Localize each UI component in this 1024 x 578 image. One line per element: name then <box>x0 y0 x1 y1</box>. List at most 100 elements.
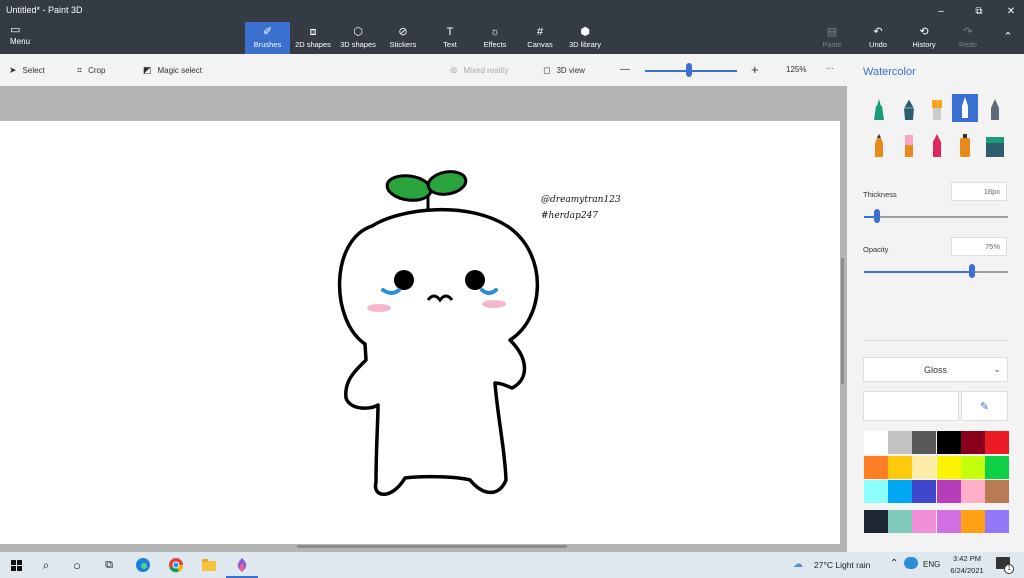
marker-brush[interactable] <box>866 96 892 124</box>
more-options-button[interactable]: ··· <box>826 64 834 73</box>
color-swatch[interactable] <box>960 509 985 533</box>
opacity-slider-thumb[interactable] <box>969 264 975 278</box>
color-swatch[interactable] <box>960 480 985 503</box>
color-swatch[interactable] <box>936 431 961 454</box>
vertical-scrollbar[interactable] <box>841 258 844 384</box>
tab-brushes[interactable]: ✐ Brushes <box>245 22 290 54</box>
tab-stickers[interactable]: ⊘ Stickers <box>383 22 423 54</box>
color-swatch[interactable] <box>912 431 937 454</box>
fill-brush[interactable] <box>982 132 1008 160</box>
zoom-level[interactable]: 125% <box>786 65 806 74</box>
color-swatch[interactable] <box>960 431 985 454</box>
history-icon: ⟲ <box>919 26 929 38</box>
thickness-slider-track[interactable] <box>864 216 1008 218</box>
color-swatch[interactable] <box>936 509 961 533</box>
current-color-preview[interactable] <box>863 391 959 421</box>
folder-icon: ▭ <box>10 24 21 36</box>
thickness-slider-thumb[interactable] <box>873 209 880 223</box>
color-swatch[interactable] <box>912 509 937 533</box>
pencil-brush[interactable] <box>866 132 892 160</box>
tab-3d-shapes[interactable]: ⬡ 3D shapes <box>337 22 379 54</box>
mixed-reality-button[interactable]: ⊚ Mixed reality <box>450 65 508 76</box>
start-button[interactable] <box>0 552 32 578</box>
paint3d-taskbar-button[interactable] <box>226 552 258 578</box>
color-swatch[interactable] <box>936 480 961 503</box>
magic-select-button[interactable]: ◩ Magic select <box>143 65 202 76</box>
redo-button[interactable]: ↷ Redo <box>952 22 984 54</box>
windows-logo-icon <box>10 559 22 571</box>
color-swatch[interactable] <box>912 455 937 479</box>
eraser-brush[interactable] <box>896 132 922 160</box>
finish-dropdown[interactable]: Gloss ⌄ <box>863 357 1008 382</box>
weather-text[interactable]: 27°C Light rain <box>814 560 870 570</box>
zoom-out-button[interactable]: — <box>620 64 630 75</box>
color-swatch[interactable] <box>985 455 1009 479</box>
3d-view-button[interactable]: ◻ 3D view <box>543 65 585 76</box>
pencil-icon <box>875 134 883 157</box>
color-swatch[interactable] <box>985 480 1009 503</box>
tab-3d-library[interactable]: ⬢ 3D library <box>563 22 607 54</box>
tab-text[interactable]: T Text <box>432 22 468 54</box>
zoom-slider-thumb[interactable] <box>686 63 693 77</box>
minimize-button[interactable]: – <box>928 2 954 20</box>
thickness-label: Thickness <box>863 190 897 199</box>
color-swatch[interactable] <box>888 455 913 479</box>
drawing-canvas[interactable]: @dreamytran123 #herdap247 <box>0 121 840 544</box>
close-button[interactable]: ✕ <box>998 2 1024 20</box>
color-swatch[interactable] <box>864 480 888 503</box>
crayon-brush[interactable] <box>924 132 950 160</box>
select-button[interactable]: ➤ Select <box>9 65 45 76</box>
restore-button[interactable]: ⧉ <box>966 2 992 20</box>
eyedropper-button[interactable]: ✎ <box>961 391 1008 421</box>
history-button[interactable]: ⟲ History <box>906 22 942 54</box>
color-swatch[interactable] <box>864 455 888 479</box>
cortana-button[interactable]: ○ <box>61 552 93 578</box>
color-swatch[interactable] <box>985 431 1009 454</box>
undo-button[interactable]: ↶ Undo <box>862 22 894 54</box>
oil-brush[interactable] <box>924 96 950 124</box>
spray-can-brush[interactable] <box>952 132 978 160</box>
edge-taskbar-button[interactable] <box>127 552 159 578</box>
file-explorer-taskbar-button[interactable] <box>193 552 225 578</box>
thickness-input[interactable]: 18px <box>951 182 1007 201</box>
color-swatch[interactable] <box>864 431 888 454</box>
color-swatch[interactable] <box>888 431 913 454</box>
crop-button[interactable]: ⌗ Crop <box>77 65 105 76</box>
horizontal-scrollbar[interactable] <box>297 545 567 548</box>
redo-icon: ↷ <box>963 26 973 38</box>
cursor-icon: ➤ <box>9 65 17 75</box>
opacity-slider-track[interactable] <box>864 271 1008 273</box>
chrome-taskbar-button[interactable] <box>160 552 192 578</box>
language-indicator[interactable]: ENG <box>923 560 940 569</box>
collapse-ribbon-button[interactable]: ⌃ <box>996 22 1020 54</box>
opacity-input[interactable]: 75% <box>951 237 1007 256</box>
chevron-up-icon[interactable]: ⌃ <box>890 558 898 569</box>
fill-icon <box>986 137 1004 157</box>
menu-button[interactable]: ▭ Menu <box>4 24 44 50</box>
color-swatch[interactable] <box>888 509 913 533</box>
sprout-character-drawing: @dreamytran123 #herdap247 <box>337 170 621 496</box>
tab-effects[interactable]: ☼ Effects <box>476 22 514 54</box>
clock-time[interactable]: 3:42 PM <box>953 554 981 563</box>
calligraphy-pen-brush[interactable] <box>896 96 922 124</box>
tab-2d-shapes[interactable]: ⧈ 2D shapes <box>292 22 334 54</box>
search-button[interactable]: ⌕ <box>30 552 62 578</box>
text-icon: T <box>446 26 454 38</box>
color-swatch[interactable] <box>985 509 1009 533</box>
color-swatch[interactable] <box>960 455 985 479</box>
tab-canvas[interactable]: # Canvas <box>521 22 559 54</box>
paste-icon: ▤ <box>826 26 838 38</box>
color-swatch[interactable] <box>936 455 961 479</box>
notification-badge: 1 <box>1004 564 1014 574</box>
watercolor-brush[interactable] <box>952 94 978 122</box>
task-view-icon: ⧉ <box>105 558 113 571</box>
clock-date[interactable]: 6/24/2021 <box>946 566 988 575</box>
color-swatch[interactable] <box>888 480 913 503</box>
color-swatch[interactable] <box>912 480 937 503</box>
zoom-in-button[interactable]: + <box>751 62 759 77</box>
pixel-pen-brush[interactable] <box>982 96 1008 124</box>
paste-button[interactable]: ▤ Paste <box>816 22 848 54</box>
color-swatch[interactable] <box>864 509 888 533</box>
task-view-button[interactable]: ⧉ <box>93 552 125 578</box>
onedrive-icon[interactable] <box>904 557 918 569</box>
